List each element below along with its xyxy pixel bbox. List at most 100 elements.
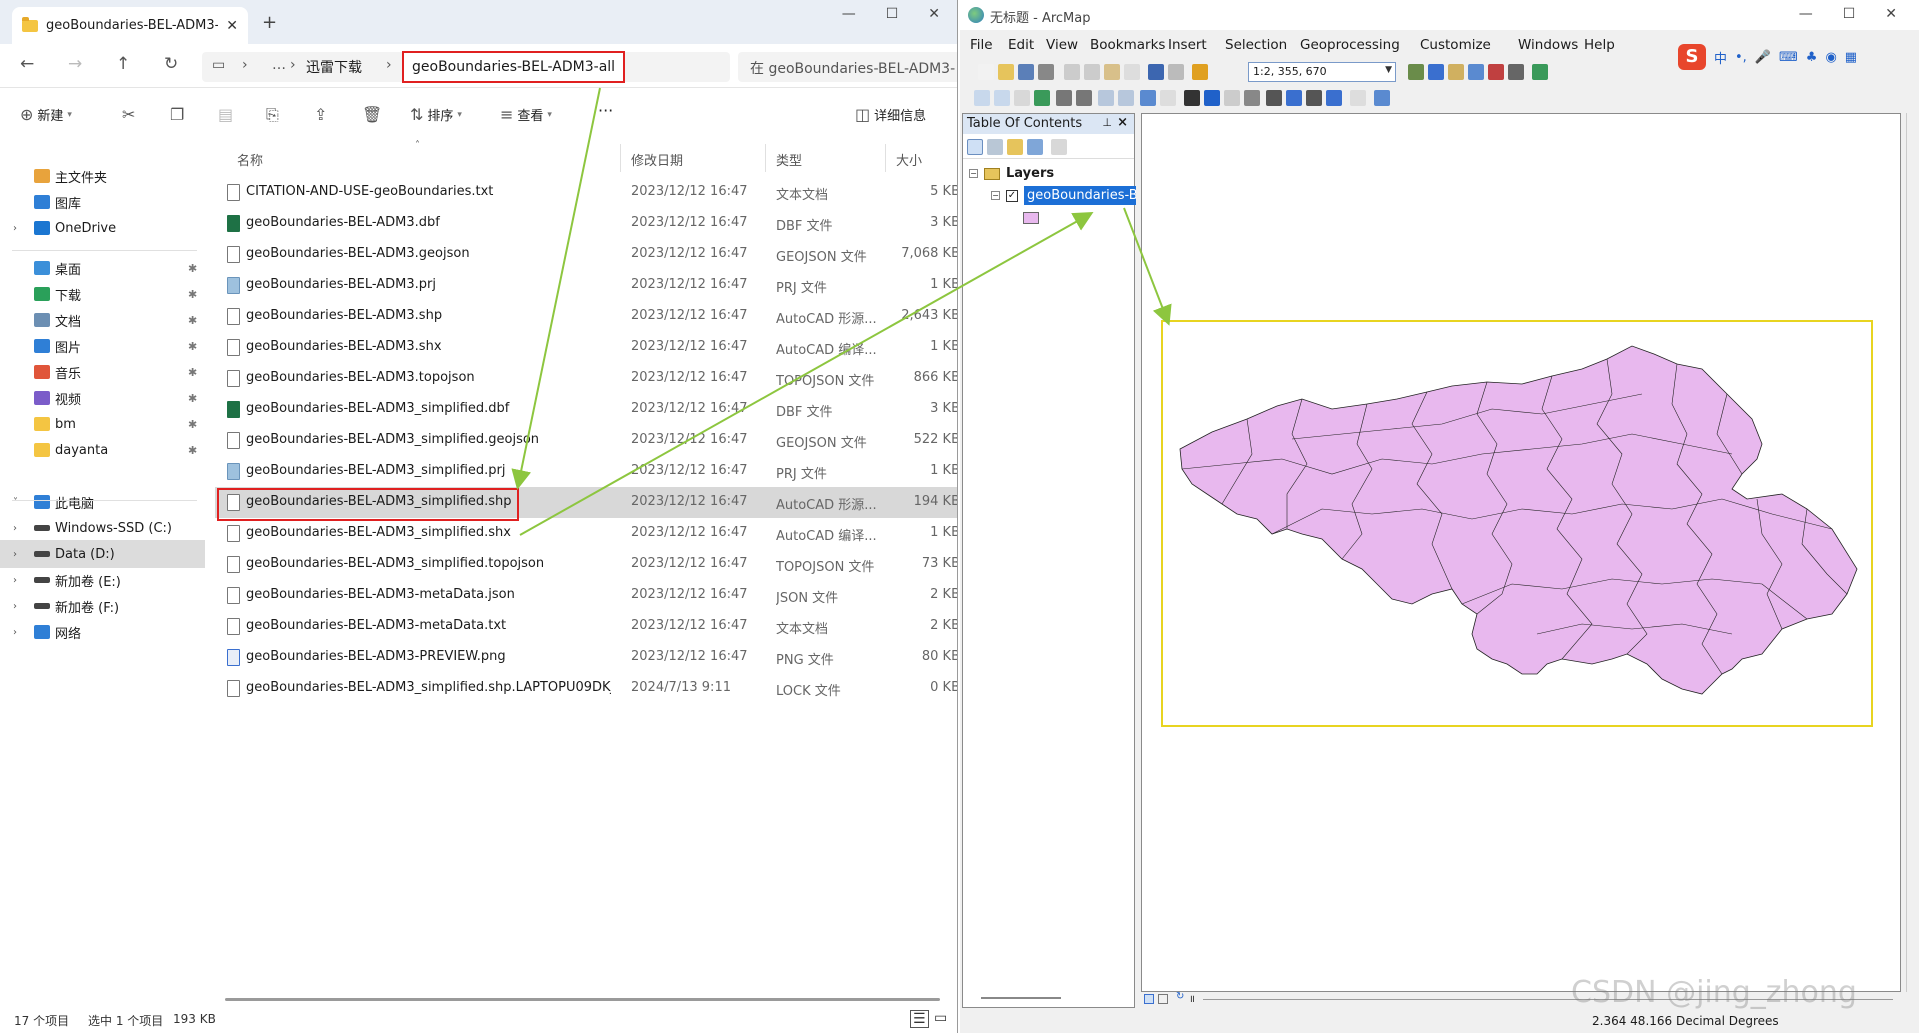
file-row[interactable]: geoBoundaries-BEL-ADM3.dbf 2023/12/12 16:…	[215, 208, 957, 239]
map-vertical-scrollbar[interactable]	[1906, 113, 1916, 992]
data-view-icon[interactable]	[1144, 994, 1154, 1004]
sidebar-item[interactable]: 视频 ✱	[0, 384, 205, 412]
details-view-icon[interactable]: ☰	[910, 1010, 929, 1028]
chevron-right-icon[interactable]: ›	[242, 57, 248, 73]
chevron-icon[interactable]: ›	[13, 627, 17, 638]
layer-symbol-swatch[interactable]	[1023, 212, 1039, 224]
sidebar-item[interactable]: 图库	[0, 188, 205, 216]
redo-icon[interactable]	[1168, 64, 1184, 80]
layer-visibility-checkbox[interactable]: ✓	[1006, 189, 1018, 202]
pin-icon[interactable]: ⊥	[1102, 116, 1112, 129]
list-by-drawing-order-icon[interactable]	[967, 139, 983, 155]
menu-windows[interactable]: Windows	[1518, 37, 1578, 53]
maximize-button[interactable]: ☐	[886, 6, 899, 22]
file-row[interactable]: geoBoundaries-BEL-ADM3-metaData.txt 2023/…	[215, 611, 957, 642]
menu-edit[interactable]: Edit	[1008, 37, 1034, 53]
refresh-icon[interactable]: ↻	[164, 54, 178, 74]
fixed-zoom-out-icon[interactable]	[1076, 90, 1092, 106]
collapse-icon[interactable]: −	[969, 169, 978, 178]
file-row[interactable]: geoBoundaries-BEL-ADM3_simplified.shx 202…	[215, 518, 957, 549]
open-icon[interactable]	[998, 64, 1014, 80]
sidebar-item[interactable]: dayanta ✱	[0, 436, 205, 464]
save-icon[interactable]	[1018, 64, 1034, 80]
collapse-icon[interactable]: −	[991, 191, 1000, 200]
pin-icon[interactable]: ✱	[188, 262, 197, 275]
breadcrumb-item[interactable]: 迅雷下载	[306, 57, 362, 77]
identify-icon[interactable]	[1204, 90, 1220, 106]
sidebar-item[interactable]: › Data (D:)	[0, 540, 205, 568]
breadcrumb-overflow[interactable]: …	[272, 57, 286, 73]
refresh-view-icon[interactable]: ↻	[1176, 991, 1184, 1002]
chevron-icon[interactable]: ›	[13, 549, 17, 560]
previous-extent-icon[interactable]	[1098, 90, 1114, 106]
search-window-icon[interactable]	[1468, 64, 1484, 80]
find-icon[interactable]	[1286, 90, 1302, 106]
pin-icon[interactable]: ✱	[188, 444, 197, 457]
copy-icon[interactable]	[1084, 64, 1100, 80]
menu-insert[interactable]: Insert	[1168, 37, 1207, 53]
menu-selection[interactable]: Selection	[1225, 37, 1287, 53]
copy-icon[interactable]: ❐	[170, 105, 184, 124]
close-tab-icon[interactable]: ✕	[226, 18, 238, 34]
sidebar-item[interactable]: 文档 ✱	[0, 306, 205, 334]
delete-icon[interactable]	[1124, 64, 1140, 80]
new-document-icon[interactable]	[978, 64, 994, 80]
search-input[interactable]: 在 geoBoundaries-BEL-ADM3-	[738, 52, 957, 82]
maximize-button[interactable]: ☐	[1843, 6, 1856, 22]
menu-help[interactable]: Help	[1584, 37, 1615, 53]
minimize-button[interactable]: —	[1799, 6, 1813, 22]
sidebar-item[interactable]: › 网络	[0, 618, 205, 646]
tiles-view-icon[interactable]: ▭	[934, 1010, 947, 1026]
column-header-size[interactable]: 大小	[896, 150, 922, 169]
list-by-selection-icon[interactable]	[1027, 139, 1043, 155]
column-header-name[interactable]: 名称	[237, 150, 263, 169]
forward-arrow-icon[interactable]: →	[68, 54, 82, 74]
file-row[interactable]: geoBoundaries-BEL-ADM3_simplified.prj 202…	[215, 456, 957, 487]
breadcrumb-current-folder[interactable]: geoBoundaries-BEL-ADM3-all	[402, 51, 626, 83]
layout-view-icon[interactable]	[1158, 994, 1168, 1004]
chevron-icon[interactable]: ˅	[13, 497, 18, 508]
print-icon[interactable]	[1038, 64, 1054, 80]
pause-drawing-icon[interactable]: ॥	[1189, 991, 1195, 1005]
view-button[interactable]: ≡ 查看 ▾	[500, 105, 552, 124]
measure-icon[interactable]	[1266, 90, 1282, 106]
explorer-tab[interactable]: geoBoundaries-BEL-ADM3- ✕	[12, 7, 248, 44]
layer-name[interactable]: geoBoundaries-BEL-ADM3_simplified	[1024, 186, 1136, 205]
fixed-zoom-in-icon[interactable]	[1056, 90, 1072, 106]
menu-view[interactable]: View	[1046, 37, 1078, 53]
pin-icon[interactable]: ✱	[188, 340, 197, 353]
toc-scrollbar[interactable]	[981, 997, 1061, 999]
sidebar-item[interactable]: 图片 ✱	[0, 332, 205, 360]
list-by-visibility-icon[interactable]	[1007, 139, 1023, 155]
viewer-window-icon[interactable]	[1350, 90, 1366, 106]
file-row[interactable]: geoBoundaries-BEL-ADM3_simplified.geojso…	[215, 425, 957, 456]
file-row[interactable]: geoBoundaries-BEL-ADM3.shx 2023/12/12 16:…	[215, 332, 957, 363]
chevron-icon[interactable]: ›	[13, 575, 17, 586]
horizontal-scrollbar[interactable]	[225, 998, 940, 1001]
close-icon[interactable]: ×	[1117, 115, 1128, 130]
zoom-in-icon[interactable]	[974, 90, 990, 106]
html-popup-icon[interactable]	[1244, 90, 1260, 106]
more-options-button[interactable]: ···	[598, 101, 613, 120]
up-arrow-icon[interactable]: ↑	[116, 54, 130, 74]
modelbuilder-icon[interactable]	[1532, 64, 1548, 80]
file-row[interactable]: geoBoundaries-BEL-ADM3_simplified.dbf 202…	[215, 394, 957, 425]
file-row[interactable]: geoBoundaries-BEL-ADM3_simplified.shp.LA…	[215, 673, 957, 704]
hyperlink-icon[interactable]	[1224, 90, 1240, 106]
delete-icon[interactable]: 🗑	[362, 105, 382, 124]
chevron-right-icon[interactable]: ›	[386, 57, 392, 73]
toc-options-icon[interactable]	[1051, 139, 1067, 155]
file-row[interactable]: geoBoundaries-BEL-ADM3_simplified.topojs…	[215, 549, 957, 580]
select-elements-icon[interactable]	[1184, 90, 1200, 106]
sidebar-item[interactable]: 下载 ✱	[0, 280, 205, 308]
full-extent-icon[interactable]	[1034, 90, 1050, 106]
map-display[interactable]	[1141, 113, 1901, 992]
cut-icon[interactable]: ✂	[122, 105, 135, 124]
close-button[interactable]: ✕	[928, 6, 940, 22]
pin-icon[interactable]: ✱	[188, 314, 197, 327]
file-row[interactable]: geoBoundaries-BEL-ADM3-PREVIEW.png 2023/1…	[215, 642, 957, 673]
arctoolbox-icon[interactable]	[1488, 64, 1504, 80]
details-pane-button[interactable]: ◫ 详细信息	[855, 105, 926, 124]
new-button[interactable]: ⊕ 新建 ▾	[20, 105, 72, 124]
layers-group-row[interactable]: − Layers	[969, 166, 1054, 181]
